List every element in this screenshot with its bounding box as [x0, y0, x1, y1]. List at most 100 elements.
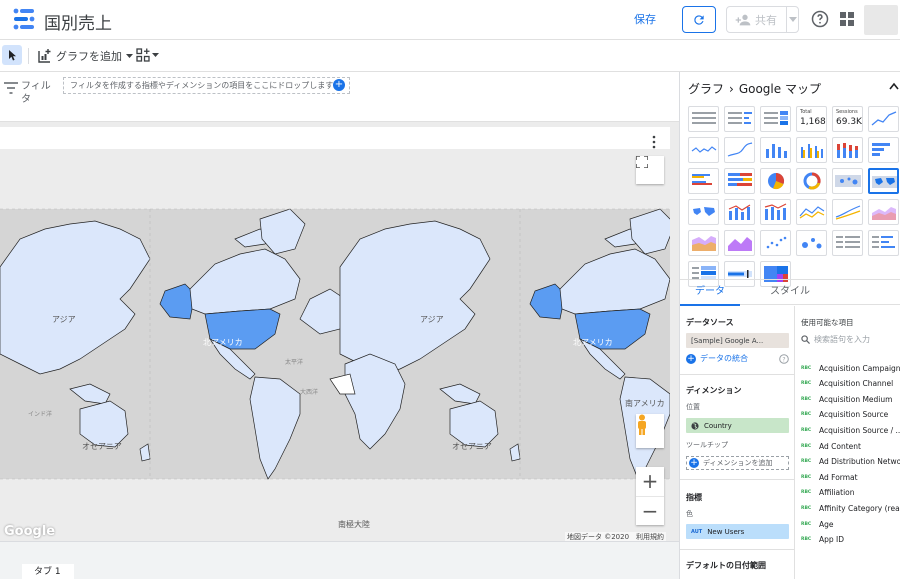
chart-type-scorecard-compact[interactable]: Sessions 69.3K: [832, 106, 863, 132]
chart-type-smoothed-line[interactable]: [832, 199, 863, 225]
field-item[interactable]: RBC App ID: [801, 533, 900, 547]
field-item[interactable]: RBC Acquisition Source / ...: [801, 423, 900, 437]
fullscreen-button[interactable]: [636, 156, 664, 184]
add-filter-icon[interactable]: +: [333, 79, 345, 91]
dimension-chip-country[interactable]: Country: [686, 418, 789, 433]
chart-type-pivot-table[interactable]: [832, 230, 863, 256]
tab-page-1[interactable]: タブ 1: [22, 564, 74, 579]
cursor-icon: [8, 49, 16, 60]
field-type-badge: RBC: [801, 396, 812, 402]
field-item[interactable]: RBC Acquisition Medium: [801, 392, 900, 406]
chart-type-smoothed-time-series[interactable]: [724, 137, 755, 163]
field-item[interactable]: RBC Affinity Category (reac...: [801, 501, 900, 515]
chart-type-geo-bubble[interactable]: [832, 168, 863, 194]
metric-title: 指標: [686, 493, 702, 502]
color-label: 色: [686, 510, 693, 518]
chevron-up-icon[interactable]: [889, 82, 899, 90]
chart-type-stacked-combo[interactable]: [760, 199, 791, 225]
chart-type-stacked-area[interactable]: [688, 230, 719, 256]
zoom-in-button[interactable]: +: [636, 467, 664, 496]
tab-data[interactable]: データ: [680, 280, 740, 306]
add-chart-button[interactable]: グラフを追加: [38, 48, 133, 64]
chart-type-pivot-table-bars[interactable]: [868, 230, 899, 256]
google-map[interactable]: アジア アジア 北アメリカ 北アメリカ 南アメリカ オセアニア オセアニア 南極…: [0, 149, 670, 542]
field-name: Affiliation: [819, 488, 855, 498]
share-dropdown-icon[interactable]: [789, 17, 797, 22]
field-item[interactable]: RBC Age: [801, 517, 900, 531]
chart-type-time-series[interactable]: [868, 106, 899, 132]
chart-type-combo[interactable]: [724, 199, 755, 225]
refresh-button[interactable]: [682, 6, 716, 33]
select-tool-button[interactable]: [2, 45, 22, 65]
save-button[interactable]: 保存: [634, 11, 656, 27]
field-item[interactable]: RBC Acquisition Channel: [801, 377, 900, 391]
field-item[interactable]: RBC Acquisition Campaign: [801, 361, 900, 375]
add-control-button[interactable]: [136, 48, 159, 62]
filter-dropzone[interactable]: フィルタを作成する指標やディメンションの項目をここにドロップします: [63, 77, 350, 94]
chart-type-bubble[interactable]: [796, 230, 827, 256]
map-label-south-america: 南アメリカ: [625, 399, 665, 408]
filter-bar: フィルタ フィルタを作成する指標やディメンションの項目をここにドロップします +: [0, 72, 679, 122]
top-bar: 国別売上 保存 共有: [0, 0, 900, 40]
more-vert-icon[interactable]: [651, 135, 657, 149]
divider: [680, 374, 795, 375]
chart-type-table-heatmap[interactable]: [760, 106, 791, 132]
help-icon[interactable]: [811, 10, 829, 28]
page-tab-bar: タブ 1: [0, 541, 679, 579]
breadcrumb-separator: ›: [729, 81, 734, 96]
chart-type-pie[interactable]: [760, 168, 791, 194]
chart-type-scatter[interactable]: [760, 230, 791, 256]
field-type-badge: RBC: [801, 505, 812, 511]
chart-type-geo-map[interactable]: [688, 199, 719, 225]
chart-type-grouped-column[interactable]: [796, 137, 827, 163]
field-item[interactable]: RBC Ad Distribution Netwo...: [801, 455, 900, 469]
chart-type-stacked-column[interactable]: [832, 137, 863, 163]
field-item[interactable]: RBC Affiliation: [801, 486, 900, 500]
add-dimension-dropzone[interactable]: + ディメンションを追加: [686, 456, 789, 470]
field-item[interactable]: RBC Acquisition Source: [801, 408, 900, 422]
breadcrumb-root[interactable]: グラフ: [688, 80, 724, 97]
field-type-badge: RBC: [801, 459, 812, 465]
help-icon[interactable]: ?: [779, 354, 789, 364]
field-item[interactable]: RBC Ad Content: [801, 439, 900, 453]
chart-type-percent-area[interactable]: [724, 230, 755, 256]
filter-icon: [4, 82, 18, 94]
properties-panel: グラフ › Google マップ Total 1,168 Sessions 69…: [679, 72, 900, 579]
search-icon: [801, 334, 810, 344]
tab-style[interactable]: スタイル: [760, 280, 820, 306]
field-type-badge: RBC: [801, 365, 812, 371]
add-chart-icon: [38, 49, 51, 63]
share-divider: [786, 6, 787, 33]
map-chart[interactable]: アジア アジア 北アメリカ 北アメリカ 南アメリカ オセアニア オセアニア 南極…: [0, 127, 670, 542]
datasource-title: データソース: [686, 318, 734, 327]
map-copy-right: [329, 208, 670, 480]
apps-grid-icon[interactable]: [840, 12, 854, 26]
field-search-input[interactable]: 検索語句を入力: [801, 332, 900, 346]
map-label-north-america: 北アメリカ: [203, 338, 243, 347]
zoom-out-button[interactable]: −: [636, 496, 664, 525]
chart-type-scorecard[interactable]: Total 1,168: [796, 106, 827, 132]
datasource-chip[interactable]: [Sample] Google A...: [686, 333, 789, 348]
chart-type-line[interactable]: [796, 199, 827, 225]
scorecard-value: 1,168: [800, 117, 826, 127]
blend-data-button[interactable]: + データの統合: [686, 353, 748, 364]
field-name: Acquisition Source / ...: [819, 425, 900, 435]
report-title[interactable]: 国別売上: [44, 9, 112, 34]
chart-type-grouped-bar[interactable]: [688, 168, 719, 194]
chart-type-area[interactable]: [868, 199, 899, 225]
street-view-button[interactable]: [636, 414, 664, 448]
chart-type-table[interactable]: [688, 106, 719, 132]
chart-type-google-maps[interactable]: [868, 168, 899, 194]
plus-circle-icon: +: [689, 458, 699, 468]
metric-chip-new-users[interactable]: AUT New Users: [686, 524, 789, 539]
scorecard-label: Sessions: [836, 109, 858, 115]
chart-type-stacked-bar[interactable]: [724, 168, 755, 194]
chart-type-table-bars[interactable]: [724, 106, 755, 132]
avatar[interactable]: [864, 5, 898, 35]
chart-type-column[interactable]: [760, 137, 791, 163]
chart-type-sparkline[interactable]: [688, 137, 719, 163]
chart-type-donut[interactable]: [796, 168, 827, 194]
chart-type-bar[interactable]: [868, 137, 899, 163]
share-label: 共有: [755, 13, 777, 27]
field-item[interactable]: RBC Ad Format: [801, 470, 900, 484]
